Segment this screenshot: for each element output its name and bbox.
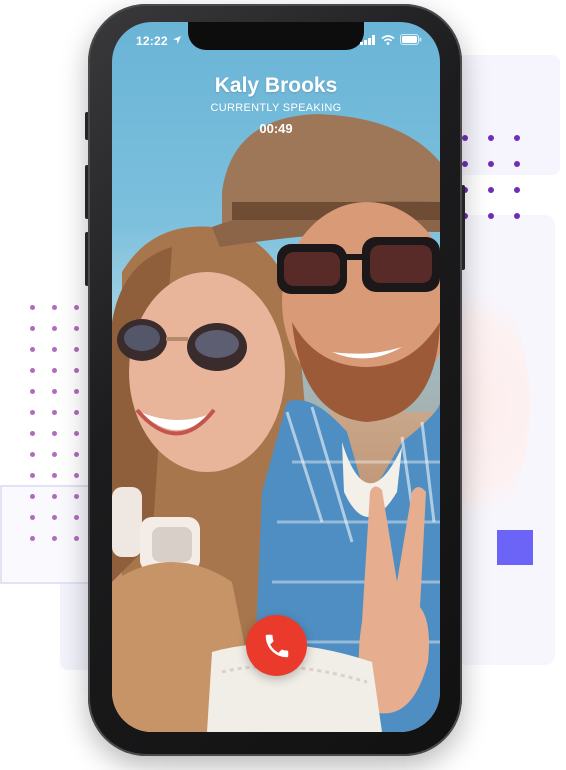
cellular-signal-icon: [360, 34, 375, 45]
wifi-icon: [381, 34, 395, 45]
decor-square: [497, 530, 533, 565]
end-call-button[interactable]: [246, 615, 307, 676]
status-icons: [360, 34, 422, 45]
phone-screen: 12:22 Kaly Brooks CURRENTLY SPEAKING 00:…: [112, 22, 440, 732]
battery-icon: [400, 34, 422, 45]
phone-notch: [188, 22, 364, 50]
decor-dot-grid: [462, 135, 520, 219]
stage: 12:22 Kaly Brooks CURRENTLY SPEAKING 00:…: [0, 0, 566, 770]
location-arrow-icon: [173, 36, 181, 44]
caller-name: Kaly Brooks: [214, 74, 338, 97]
call-status-label: CURRENTLY SPEAKING: [210, 102, 342, 114]
status-time: 12:22: [136, 34, 168, 48]
call-duration: 00:49: [259, 121, 293, 136]
phone-hangup-icon: [265, 634, 288, 657]
decor-dot-grid: [30, 305, 79, 541]
